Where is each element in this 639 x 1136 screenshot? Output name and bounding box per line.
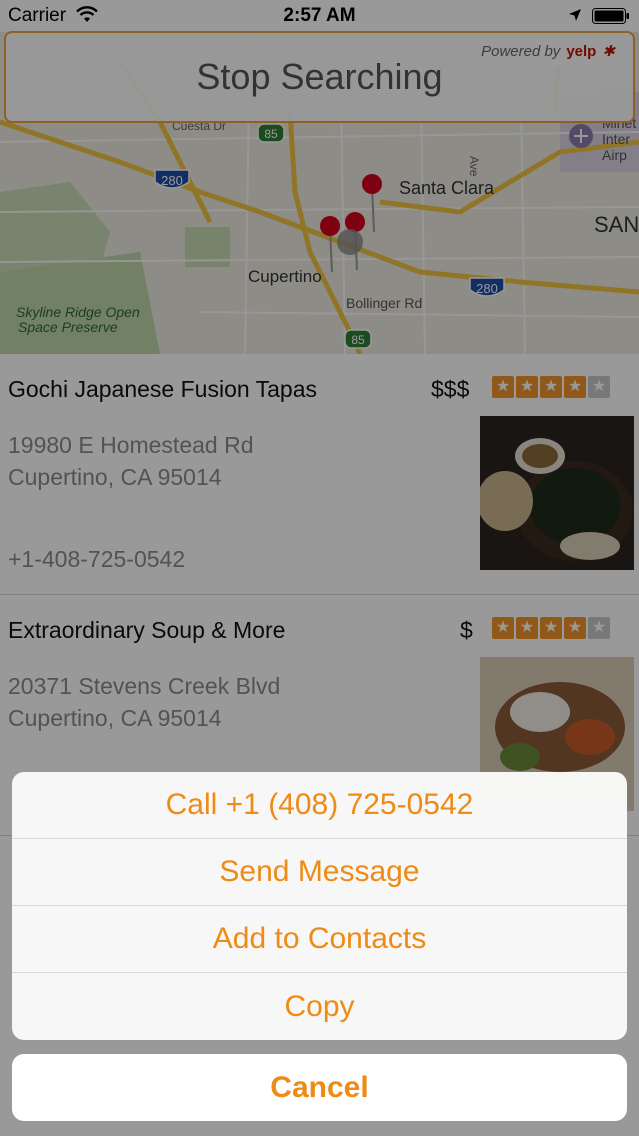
phone-action-sheet: Call +1 (408) 725-0542 Send Message Add … — [12, 772, 627, 1121]
call-button[interactable]: Call +1 (408) 725-0542 — [12, 772, 627, 839]
action-sheet-options: Call +1 (408) 725-0542 Send Message Add … — [12, 772, 627, 1040]
add-to-contacts-button[interactable]: Add to Contacts — [12, 906, 627, 973]
copy-button[interactable]: Copy — [12, 973, 627, 1040]
send-message-button[interactable]: Send Message — [12, 839, 627, 906]
cancel-button[interactable]: Cancel — [12, 1054, 627, 1121]
